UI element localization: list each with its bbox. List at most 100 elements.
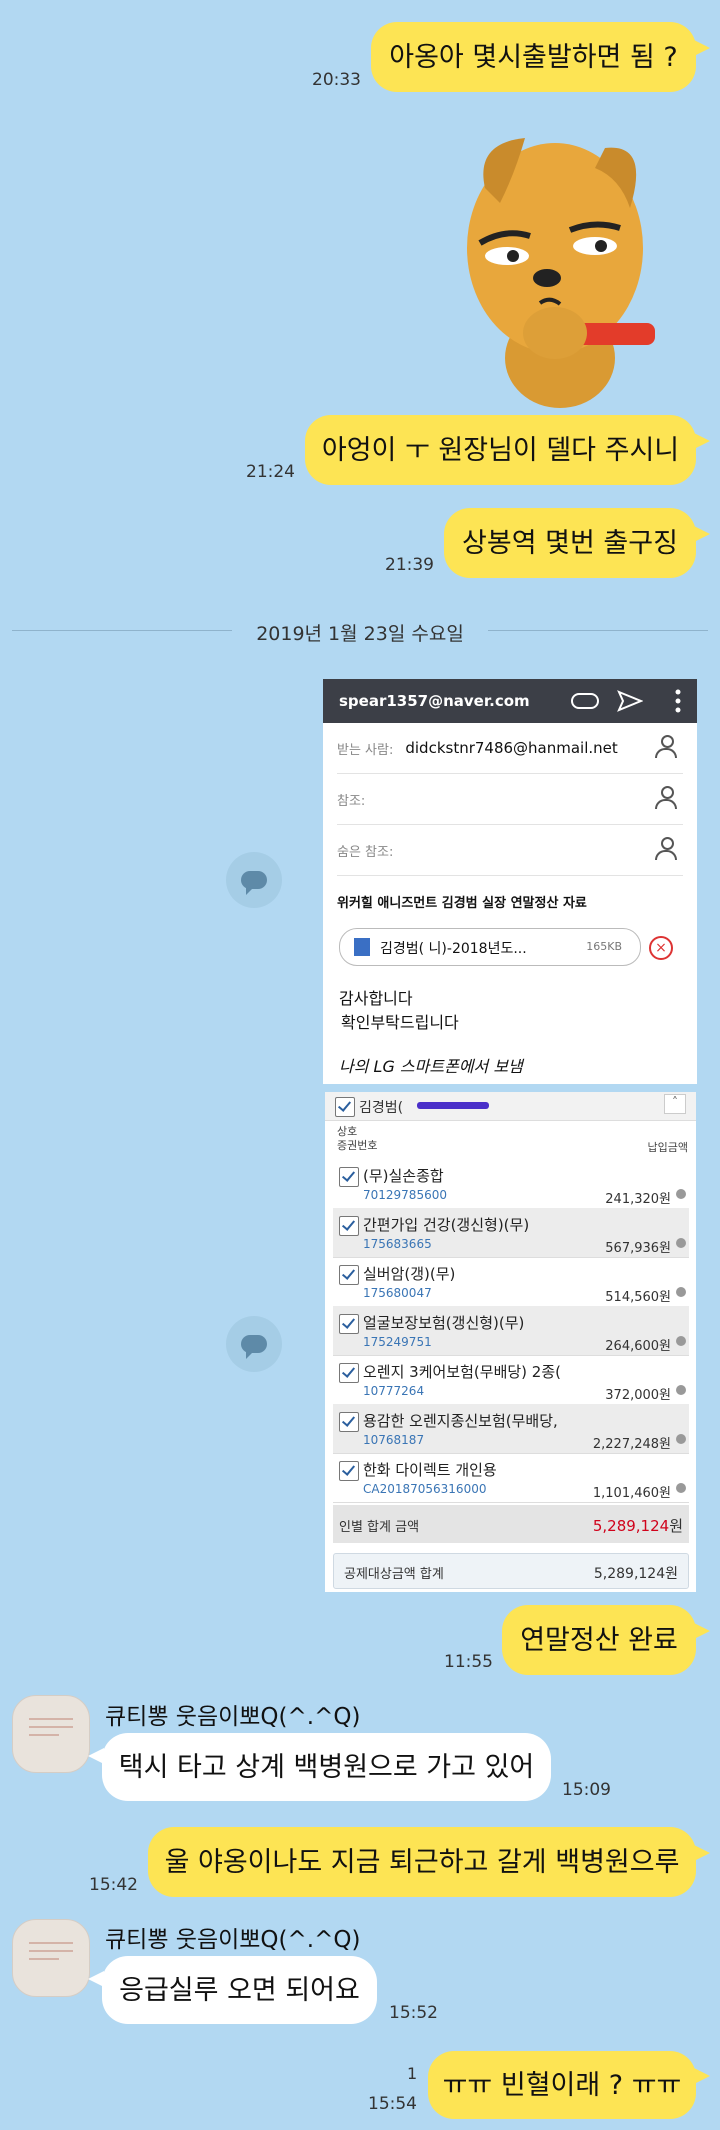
attachment-chip: 김경범( 니)-2018년도... 165KB [339, 928, 641, 966]
remove-attachment-icon: × [649, 936, 673, 960]
checkbox[interactable] [339, 1412, 359, 1432]
more-icon [675, 689, 681, 713]
send-icon [617, 690, 643, 712]
checkbox[interactable] [339, 1216, 359, 1236]
col-label-amount: 납입금액 [647, 1141, 688, 1154]
avatar[interactable] [12, 1695, 90, 1773]
message-time: 15:09 [562, 1780, 611, 1800]
chevron-right-icon [676, 1385, 686, 1395]
column-header-left: 상호 증권번호 [337, 1125, 377, 1153]
message-time: 20:33 [312, 70, 361, 90]
date-divider: 2019년 1월 23일 수요일 [256, 623, 464, 645]
policy-number: 10777264 [363, 1384, 425, 1398]
email-header-bar: spear1357@naver.com [323, 679, 697, 723]
file-icon [354, 938, 370, 956]
message-time: 15:54 [368, 2094, 417, 2114]
insurance-screenshot[interactable]: 김경범( ˄ 상호 증권번호 납입금액 (무)실손종합 70129785600 … [325, 1092, 696, 1592]
policy-amount: 264,600원 [605, 1339, 671, 1354]
person-row: 김경범( ˄ [325, 1092, 696, 1121]
message-time: 15:42 [89, 1875, 138, 1895]
deduction-amount: 5,289,124원 [593, 1566, 678, 1582]
policy-number: 175249751 [363, 1335, 432, 1349]
bubble-tail [694, 40, 710, 56]
chevron-right-icon [676, 1336, 686, 1346]
chevron-right-icon [676, 1434, 686, 1444]
cc-row: 참조: [337, 774, 683, 825]
policy-number: 10768187 [363, 1433, 425, 1447]
checkbox[interactable] [339, 1461, 359, 1481]
policy-row[interactable]: 실버암(갱)(무) 175680047 514,560원 [333, 1257, 689, 1307]
deduction-label: 공제대상금액 합계 [344, 1567, 444, 1582]
policy-row[interactable]: 한화 다이렉트 개인용 CA20187056316000 1,101,460원 [333, 1453, 689, 1503]
total-unit: 원 [669, 1517, 683, 1535]
message-text: 아옹아 몇시출발하면 됨 ? [389, 41, 678, 73]
policy-number: CA20187056316000 [363, 1482, 487, 1496]
checkbox[interactable] [339, 1314, 359, 1334]
message-bubble[interactable]: ㅠㅠ 빈혈이래 ? ㅠㅠ [428, 2051, 696, 2119]
message-text: 아엉이 ㅜ 원장님이 델다 주시니 [321, 434, 680, 466]
share-button[interactable] [226, 852, 282, 908]
bubble-tail [694, 1845, 710, 1861]
checkbox[interactable] [339, 1167, 359, 1187]
email-body-line: 확인부탁드립니다 [341, 1013, 459, 1032]
policy-number: 175683665 [363, 1237, 432, 1251]
sender-name: 큐티뽕 웃음이뽀Q(^.^Q) [105, 1927, 361, 1953]
total-row: 인별 합계 금액 5,289,124원 [333, 1505, 689, 1543]
policy-amount: 372,000원 [605, 1388, 671, 1403]
message-bubble[interactable]: 연말정산 완료 [502, 1605, 696, 1675]
person-icon [655, 837, 677, 861]
email-body-line: 감사합니다 [339, 989, 413, 1008]
chat-bubble-icon [241, 1335, 267, 1359]
bubble-tail [88, 1971, 104, 1987]
share-button[interactable] [226, 1316, 282, 1372]
policy-row[interactable]: (무)실손종합 70129785600 241,320원 [333, 1159, 689, 1209]
email-signature: 나의 LG 스마트폰에서 보냄 [339, 1057, 523, 1076]
message-bubble[interactable]: 아엉이 ㅜ 원장님이 델다 주시니 [305, 415, 696, 485]
message-text: ㅠㅠ 빈혈이래 ? ㅠㅠ [442, 2069, 682, 2101]
bubble-tail [694, 1623, 710, 1639]
chevron-right-icon [676, 1287, 686, 1297]
sender-name: 큐티뽕 웃음이뽀Q(^.^Q) [105, 1704, 361, 1730]
message-time: 21:39 [385, 555, 434, 575]
email-screenshot[interactable]: spear1357@naver.com 받는 사람: didckstnr7486… [323, 679, 697, 1084]
policy-name: (무)실손종합 [363, 1167, 444, 1185]
policy-amount: 1,101,460원 [592, 1486, 671, 1501]
message-bubble[interactable]: 상봉역 몇번 출구징 [444, 508, 696, 578]
to-address: didckstnr7486@hanmail.net [405, 739, 618, 757]
policy-number: 175680047 [363, 1286, 432, 1300]
policy-row[interactable]: 간편가입 건강(갱신형)(무) 175683665 567,936원 [333, 1208, 689, 1258]
checkbox[interactable] [339, 1363, 359, 1383]
message-bubble[interactable]: 울 야옹이나도 지금 퇴근하고 갈게 백병원으루 [148, 1827, 696, 1897]
attach-icon [571, 693, 599, 709]
message-bubble[interactable]: 응급실루 오면 되어요 [102, 1956, 377, 2024]
checkbox [335, 1097, 355, 1117]
policy-name: 오렌지 3케어보험(무배당) 2종( [363, 1363, 561, 1381]
message-bubble[interactable]: 아옹아 몇시출발하면 됨 ? [371, 22, 696, 92]
policy-row[interactable]: 얼굴보장보험(갱신형)(무) 175249751 264,600원 [333, 1306, 689, 1356]
policy-name: 간편가입 건강(갱신형)(무) [363, 1216, 530, 1234]
dog-sticker[interactable] [455, 128, 655, 408]
avatar[interactable] [12, 1919, 90, 1997]
policy-row[interactable]: 오렌지 3케어보험(무배당) 2종( 10777264 372,000원 [333, 1355, 689, 1405]
message-time: 11:55 [444, 1652, 493, 1672]
policy-name: 용감한 오렌지종신보험(무배당, [363, 1412, 558, 1430]
email-subject: 위커힐 애니즈먼트 김경범 실장 연말정산 자료 [337, 895, 587, 911]
policy-amount: 567,936원 [605, 1241, 671, 1256]
message-time: 21:24 [246, 462, 295, 482]
policy-amount: 2,227,248원 [592, 1437, 671, 1452]
col-label-policy: 증권번호 [337, 1139, 378, 1152]
to-row: 받는 사람: didckstnr7486@hanmail.net [337, 723, 683, 774]
message-bubble[interactable]: 택시 타고 상계 백병원으로 가고 있어 [102, 1733, 551, 1801]
bubble-tail [694, 526, 710, 542]
checkbox[interactable] [339, 1265, 359, 1285]
policy-amount: 514,560원 [605, 1290, 671, 1305]
chevron-right-icon [676, 1189, 686, 1199]
total-amount: 5,289,124원 [593, 1515, 683, 1536]
message-time: 15:52 [389, 2003, 438, 2023]
person-icon [655, 786, 677, 810]
policy-row[interactable]: 용감한 오렌지종신보험(무배당, 10768187 2,227,248원 [333, 1404, 689, 1454]
date-divider-line [12, 630, 232, 631]
bubble-tail [694, 2068, 710, 2084]
policy-name: 얼굴보장보험(갱신형)(무) [363, 1314, 525, 1332]
policy-amount: 241,320원 [605, 1192, 671, 1207]
